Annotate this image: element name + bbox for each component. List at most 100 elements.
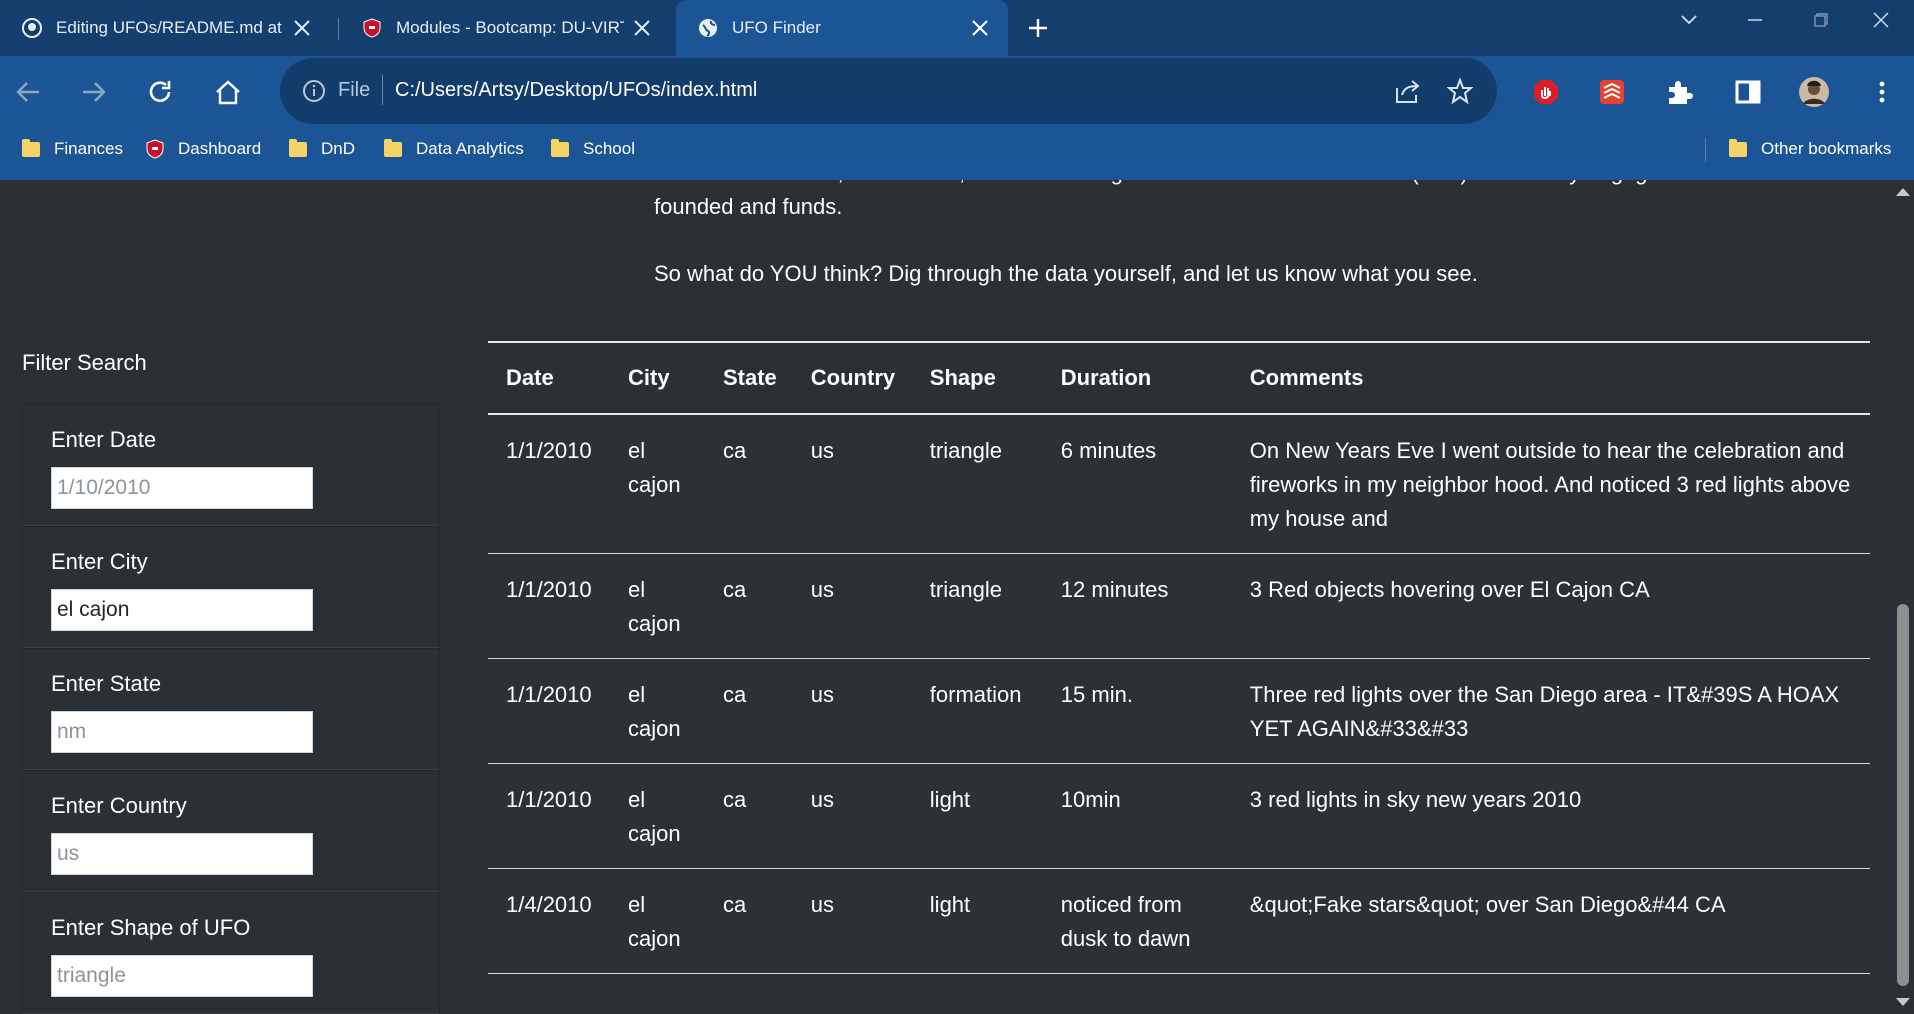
forward-icon[interactable] [72, 70, 116, 114]
cell-duration: 10min [1042, 763, 1232, 869]
filter-country: Enter Country [22, 770, 440, 892]
filter-search-heading: Filter Search [22, 350, 147, 375]
country-input[interactable] [51, 833, 313, 875]
cell-state: ca [705, 414, 793, 554]
tab-readme[interactable]: Editing UFOs/README.md at m [0, 0, 330, 56]
article-cut-line: like to be left alone," she stated, befo… [654, 180, 1836, 190]
cell-city: el cajon [610, 414, 705, 554]
table-row: 1/1/2010 el cajon ca us formation 15 min… [488, 658, 1870, 764]
cell-shape: light [911, 763, 1043, 869]
bookmark-dashboard[interactable]: Dashboard [146, 136, 261, 162]
cell-comments: &quot;Fake stars&quot; over San Diego&#4… [1231, 868, 1870, 974]
cell-state: ca [705, 763, 793, 869]
filter-country-label: Enter Country [51, 793, 187, 818]
filter-state-label: Enter State [51, 671, 162, 696]
filter-city: Enter City [22, 526, 440, 648]
folder-icon [22, 138, 40, 157]
tab-title: UFO Finder [732, 18, 821, 37]
cell-date: 1/1/2010 [488, 414, 610, 554]
profile-avatar[interactable] [1792, 70, 1836, 114]
bookmarks-bar: Finances Dashboard DnD Data Analytics Sc… [0, 128, 1914, 168]
close-tab-icon[interactable] [284, 10, 320, 46]
cell-shape: formation [911, 658, 1043, 764]
date-input[interactable] [51, 467, 313, 509]
tab-ufo-finder[interactable]: UFO Finder [676, 0, 1008, 56]
cell-city: el cajon [610, 658, 705, 764]
ufo-table: Date City State Country Shape Duration C… [488, 341, 1870, 974]
cell-city: el cajon [610, 553, 705, 659]
cell-city: el cajon [610, 763, 705, 869]
city-input[interactable] [51, 589, 313, 631]
page-scrollbar[interactable] [1892, 180, 1914, 1014]
bookmark-other[interactable]: Other bookmarks [1729, 136, 1891, 162]
tab-title: Modules - Bootcamp: DU-VIRT [396, 18, 624, 37]
bookmark-dnd[interactable]: DnD [289, 136, 355, 162]
cell-shape: light [911, 868, 1043, 974]
new-tab-button[interactable] [1018, 10, 1058, 46]
cell-duration: noticed from dusk to dawn [1042, 868, 1232, 974]
tab-search-icon[interactable] [1656, 0, 1722, 40]
bookmark-label: Finances [54, 139, 123, 158]
state-input[interactable] [51, 711, 313, 753]
tab-modules[interactable]: Modules - Bootcamp: DU-VIRT [340, 0, 670, 56]
cell-comments: On New Years Eve I went outside to hear … [1231, 414, 1870, 554]
restore-icon[interactable] [1788, 0, 1854, 40]
cell-shape: triangle [911, 414, 1043, 554]
header-state: State [705, 341, 793, 415]
folder-icon [551, 138, 569, 157]
filter-city-label: Enter City [51, 549, 148, 574]
scroll-down-icon[interactable] [1896, 998, 1910, 1006]
close-window-icon[interactable] [1848, 0, 1914, 40]
reload-icon[interactable] [138, 70, 182, 114]
cell-comments: 3 red lights in sky new years 2010 [1231, 763, 1870, 869]
bookmark-data-analytics[interactable]: Data Analytics [384, 136, 524, 162]
table-row: 1/1/2010 el cajon ca us light 10min 3 re… [488, 763, 1870, 869]
extensions-puzzle-icon[interactable] [1658, 70, 1702, 114]
github-icon [22, 18, 42, 38]
bookmark-label: DnD [321, 139, 356, 158]
table-row: 1/1/2010 el cajon ca us triangle 6 minut… [488, 414, 1870, 554]
cell-duration: 6 minutes [1042, 414, 1232, 554]
side-panel-icon[interactable] [1726, 70, 1770, 114]
bookmark-label: Dashboard [178, 139, 262, 158]
table-header-row: Date City State Country Shape Duration C… [488, 341, 1870, 415]
address-bar[interactable]: File C:/Users/Artsy/Desktop/UFOs/index.h… [280, 58, 1497, 124]
minimize-icon[interactable] [1722, 0, 1788, 40]
filter-panel: Enter Date Enter City Enter State Enter … [22, 404, 440, 1014]
adblock-extension-icon[interactable] [1524, 70, 1568, 114]
todoist-extension-icon[interactable] [1590, 70, 1634, 114]
bookmark-star-icon[interactable] [1444, 75, 1476, 107]
bookmark-label: Other bookmarks [1761, 139, 1892, 158]
cell-country: us [792, 553, 912, 659]
cell-duration: 12 minutes [1042, 553, 1232, 659]
cell-state: ca [705, 658, 793, 764]
cell-date: 1/1/2010 [488, 763, 610, 869]
share-icon[interactable] [1392, 75, 1424, 107]
folder-icon [384, 138, 402, 157]
bookmark-label: Data Analytics [416, 139, 524, 158]
cell-date: 1/1/2010 [488, 658, 610, 764]
home-icon[interactable] [206, 70, 250, 114]
table-row: 1/1/2010 el cajon ca us triangle 12 minu… [488, 553, 1870, 659]
cell-comments: Three red lights over the San Diego area… [1231, 658, 1870, 764]
scroll-up-icon[interactable] [1896, 188, 1910, 196]
close-tab-icon[interactable] [962, 10, 998, 46]
info-icon[interactable] [302, 79, 326, 103]
bookmark-label: School [583, 139, 635, 158]
back-icon[interactable] [6, 70, 50, 114]
bookmark-finances[interactable]: Finances [22, 136, 123, 162]
scroll-thumb[interactable] [1897, 604, 1909, 986]
cell-country: us [792, 414, 912, 554]
header-country: Country [792, 341, 912, 415]
cell-duration: 15 min. [1042, 658, 1232, 764]
cell-country: us [792, 763, 912, 869]
folder-icon [1729, 138, 1747, 157]
header-city: City [610, 341, 705, 415]
header-date: Date [488, 341, 610, 415]
cell-country: us [792, 658, 912, 764]
menu-dots-icon[interactable] [1860, 70, 1904, 114]
close-tab-icon[interactable] [624, 10, 660, 46]
shape-input[interactable] [51, 955, 313, 997]
bookmark-school[interactable]: School [551, 136, 635, 162]
url-text[interactable]: C:/Users/Artsy/Desktop/UFOs/index.html [395, 79, 757, 102]
